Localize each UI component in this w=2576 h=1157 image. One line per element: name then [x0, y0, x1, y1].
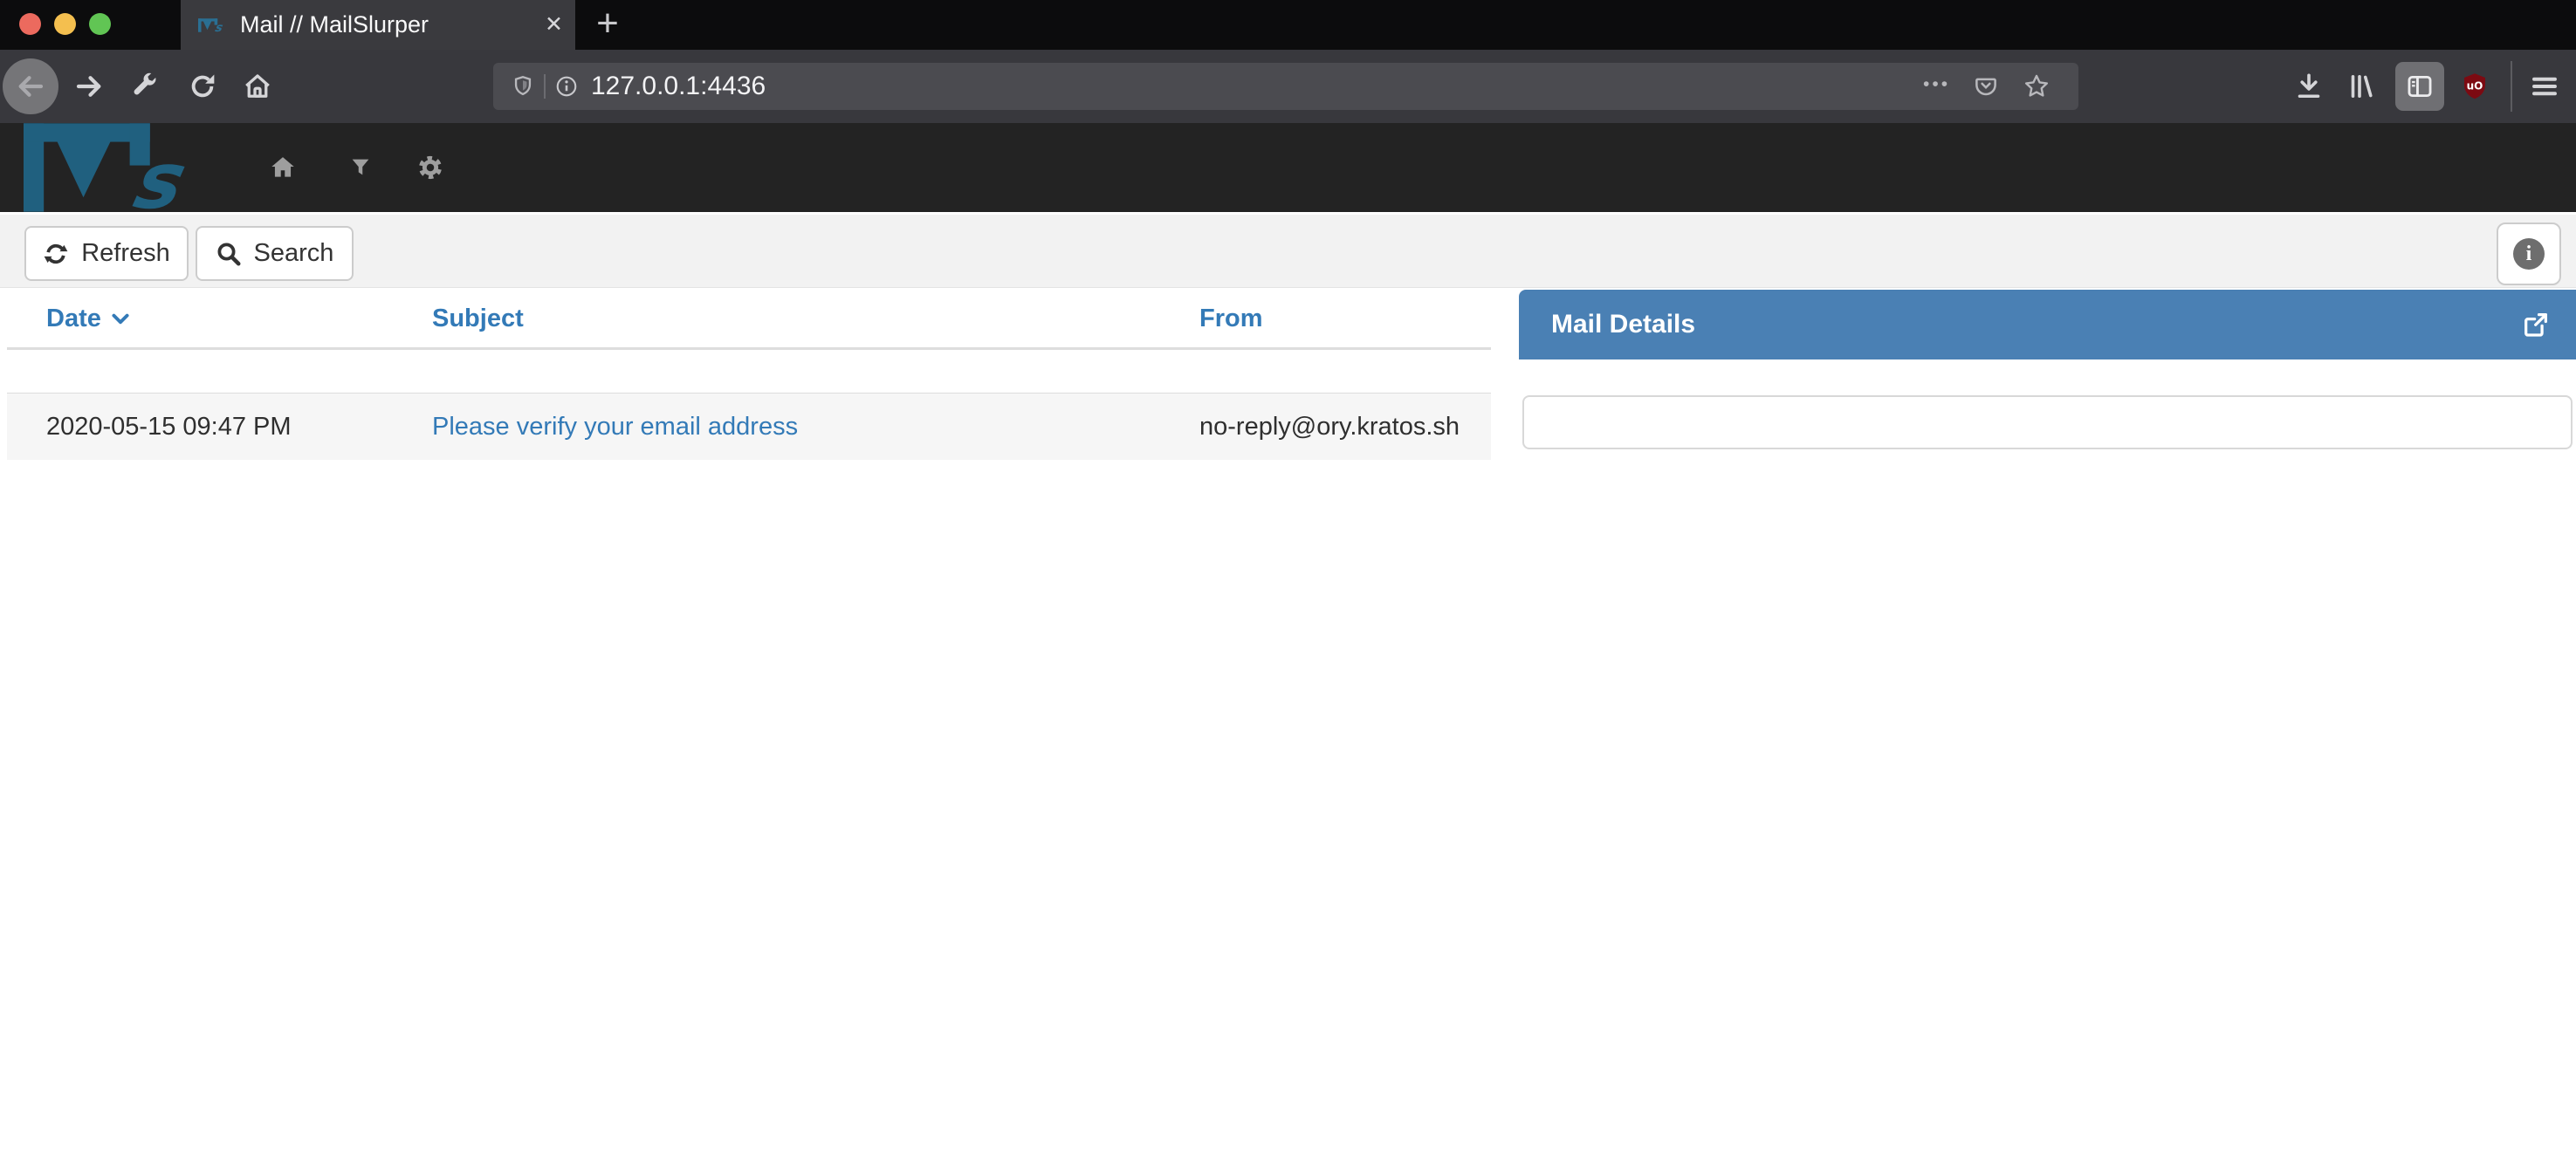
tab-title: Mail // MailSlurper: [240, 11, 429, 38]
info-icon: i: [2513, 238, 2545, 270]
forward-button[interactable]: [73, 71, 105, 102]
mail-details-title: Mail Details: [1551, 290, 1695, 359]
mailslurper-window: s Mail // MailSlurper ✕ +: [0, 0, 2576, 1157]
tracking-shield-icon[interactable]: [511, 74, 535, 99]
pocket-icon[interactable]: [1973, 73, 1999, 99]
home-button[interactable]: [242, 71, 273, 102]
site-header: s: [0, 123, 2576, 212]
refresh-button[interactable]: Refresh: [24, 226, 189, 281]
column-header-from[interactable]: From: [1199, 305, 1263, 333]
column-header-subject-label: Subject: [432, 305, 524, 333]
column-header-from-label: From: [1199, 305, 1263, 333]
back-arrow-icon: [15, 71, 46, 102]
column-header-date-label: Date: [46, 305, 101, 333]
column-header-date[interactable]: Date: [46, 305, 132, 333]
mailslurper-logo: s: [24, 123, 217, 212]
page-content: Date Subject From 2020-05-15 09:47 PM Pl…: [0, 288, 2576, 1157]
search-button-label: Search: [254, 239, 334, 268]
nav-settings-gear-icon[interactable]: [416, 153, 444, 182]
mailslurper-favicon-icon: s: [198, 17, 228, 33]
downloads-button[interactable]: [2293, 71, 2325, 102]
wrench-icon[interactable]: [128, 71, 160, 102]
page-actions-icon[interactable]: •••: [1923, 63, 1950, 110]
info-button[interactable]: i: [2497, 222, 2561, 285]
mail-table-row[interactable]: 2020-05-15 09:47 PM Please verify your e…: [7, 393, 1491, 460]
address-bar[interactable]: 127.0.0.1:4436 •••: [493, 63, 2078, 110]
empty-table-row: [7, 350, 1491, 393]
refresh-button-label: Refresh: [81, 239, 170, 268]
nav-home-icon[interactable]: [268, 153, 298, 182]
back-button[interactable]: [3, 58, 58, 114]
external-link-icon[interactable]: [2521, 310, 2551, 339]
tab-close-icon[interactable]: ✕: [545, 0, 563, 50]
list-toolbar: Refresh Search i: [0, 215, 2576, 288]
refresh-icon: [43, 241, 69, 267]
new-tab-button[interactable]: +: [583, 0, 632, 50]
browser-tab-bar: s Mail // MailSlurper ✕ +: [0, 0, 2576, 50]
search-icon: [216, 241, 242, 267]
library-button[interactable]: [2346, 71, 2378, 102]
ublock-origin-button[interactable]: uO: [2459, 71, 2490, 102]
ublock-badge-label: uO: [2467, 79, 2483, 92]
bookmark-star-icon[interactable]: [2023, 72, 2050, 100]
mail-row-from: no-reply@ory.kratos.sh: [1199, 394, 1460, 461]
macos-minimize-button[interactable]: [54, 13, 76, 35]
browser-toolbar: 127.0.0.1:4436 •••: [0, 50, 2576, 123]
column-header-subject[interactable]: Subject: [432, 305, 524, 333]
urlbar-separator: [544, 74, 546, 99]
search-button[interactable]: Search: [196, 226, 354, 281]
url-text[interactable]: 127.0.0.1:4436: [591, 63, 766, 110]
sidebar-icon: [2405, 72, 2435, 101]
site-info-icon[interactable]: [554, 74, 579, 99]
macos-close-button[interactable]: [19, 13, 41, 35]
mail-row-date: 2020-05-15 09:47 PM: [46, 394, 292, 461]
sidebar-button[interactable]: [2395, 62, 2444, 111]
nav-filter-icon[interactable]: [347, 153, 374, 182]
browser-tab[interactable]: s Mail // MailSlurper ✕: [181, 0, 575, 50]
mail-details-body: [1522, 395, 2573, 449]
reload-button[interactable]: [187, 71, 218, 102]
macos-zoom-button[interactable]: [89, 13, 111, 35]
menu-hamburger-button[interactable]: [2529, 71, 2560, 102]
toolbar-separator: [2511, 61, 2512, 112]
table-header-row: Date Subject From: [7, 288, 1491, 350]
sort-descending-icon: [109, 308, 132, 331]
mail-details-header: Mail Details: [1519, 290, 2576, 359]
mail-row-subject-link[interactable]: Please verify your email address: [432, 394, 798, 461]
